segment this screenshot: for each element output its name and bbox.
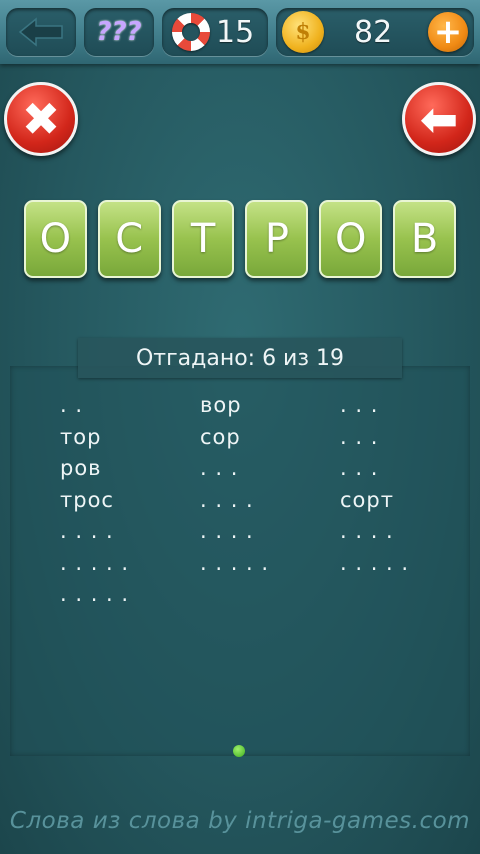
- undo-button[interactable]: ⬅: [402, 82, 476, 156]
- top-bar: ??? 15 $ 82 +: [0, 0, 480, 64]
- word-slot: тор: [60, 424, 102, 449]
- arrow-left-icon: ⬅: [419, 92, 459, 146]
- word-slot: трос: [60, 487, 114, 512]
- coin-symbol: $: [295, 19, 311, 45]
- coins-counter: $ 82 +: [276, 8, 474, 56]
- plus-icon: +: [433, 12, 463, 52]
- word-slot: . . . . .: [340, 550, 410, 575]
- word-slot: . . . .: [60, 519, 114, 543]
- word-slot: . . . . .: [200, 550, 270, 575]
- letter-tile[interactable]: С: [97, 200, 161, 278]
- lifebuoy-icon: [172, 13, 210, 51]
- word-slot: . . .: [340, 456, 379, 480]
- hint-label: ???: [96, 17, 142, 47]
- letter-tile[interactable]: Р: [245, 200, 309, 278]
- letter-tiles: О С Т Р О В: [24, 200, 456, 278]
- back-button[interactable]: [6, 8, 76, 56]
- word-slot: . . . .: [200, 519, 254, 543]
- letter-tile[interactable]: В: [393, 200, 456, 278]
- hint-button[interactable]: ???: [84, 8, 154, 56]
- word-slot: . . . .: [200, 487, 254, 512]
- word-slot: . . .: [340, 393, 379, 417]
- coins-count: 82: [354, 14, 393, 50]
- page-indicator-dot: [233, 745, 245, 757]
- word-slot: . . . .: [340, 519, 394, 543]
- word-slot: . . .: [340, 424, 379, 449]
- letter-tile[interactable]: О: [319, 200, 383, 278]
- words-column-1: . . тор ров трос . . . . . . . . . . . .…: [60, 390, 129, 611]
- buy-coins-button[interactable]: +: [428, 12, 468, 52]
- letter-tile[interactable]: Т: [171, 200, 235, 278]
- word-slot: . .: [60, 393, 84, 417]
- word-slot: . . .: [200, 456, 239, 480]
- footer-credit: Слова из слова by intriga-games.com: [9, 808, 471, 834]
- word-slot: . . . . .: [60, 550, 130, 575]
- word-slot: сор: [200, 424, 241, 449]
- word-slot: ров: [60, 456, 102, 480]
- letter-tile[interactable]: О: [24, 200, 87, 278]
- lives-count: 15: [216, 14, 255, 50]
- words-column-2: вор сор . . . . . . . . . . . . . . . .: [200, 390, 269, 579]
- word-slot: вор: [200, 393, 242, 417]
- progress-text: Отгадано: 6 из 19: [135, 345, 345, 371]
- close-icon: ✖: [21, 92, 61, 146]
- arrow-left-icon: [18, 17, 63, 47]
- lives-counter: 15: [162, 8, 268, 56]
- words-panel: . . тор ров трос . . . . . . . . . . . .…: [10, 366, 470, 756]
- word-slot: сорт: [340, 487, 394, 512]
- word-slot: . . . . .: [60, 582, 130, 606]
- words-column-3: . . . . . . . . . сорт . . . . . . . . .: [340, 390, 409, 579]
- progress-bar: Отгадано: 6 из 19: [78, 338, 402, 378]
- clear-button[interactable]: ✖: [4, 82, 78, 156]
- coin-icon: $: [282, 11, 324, 53]
